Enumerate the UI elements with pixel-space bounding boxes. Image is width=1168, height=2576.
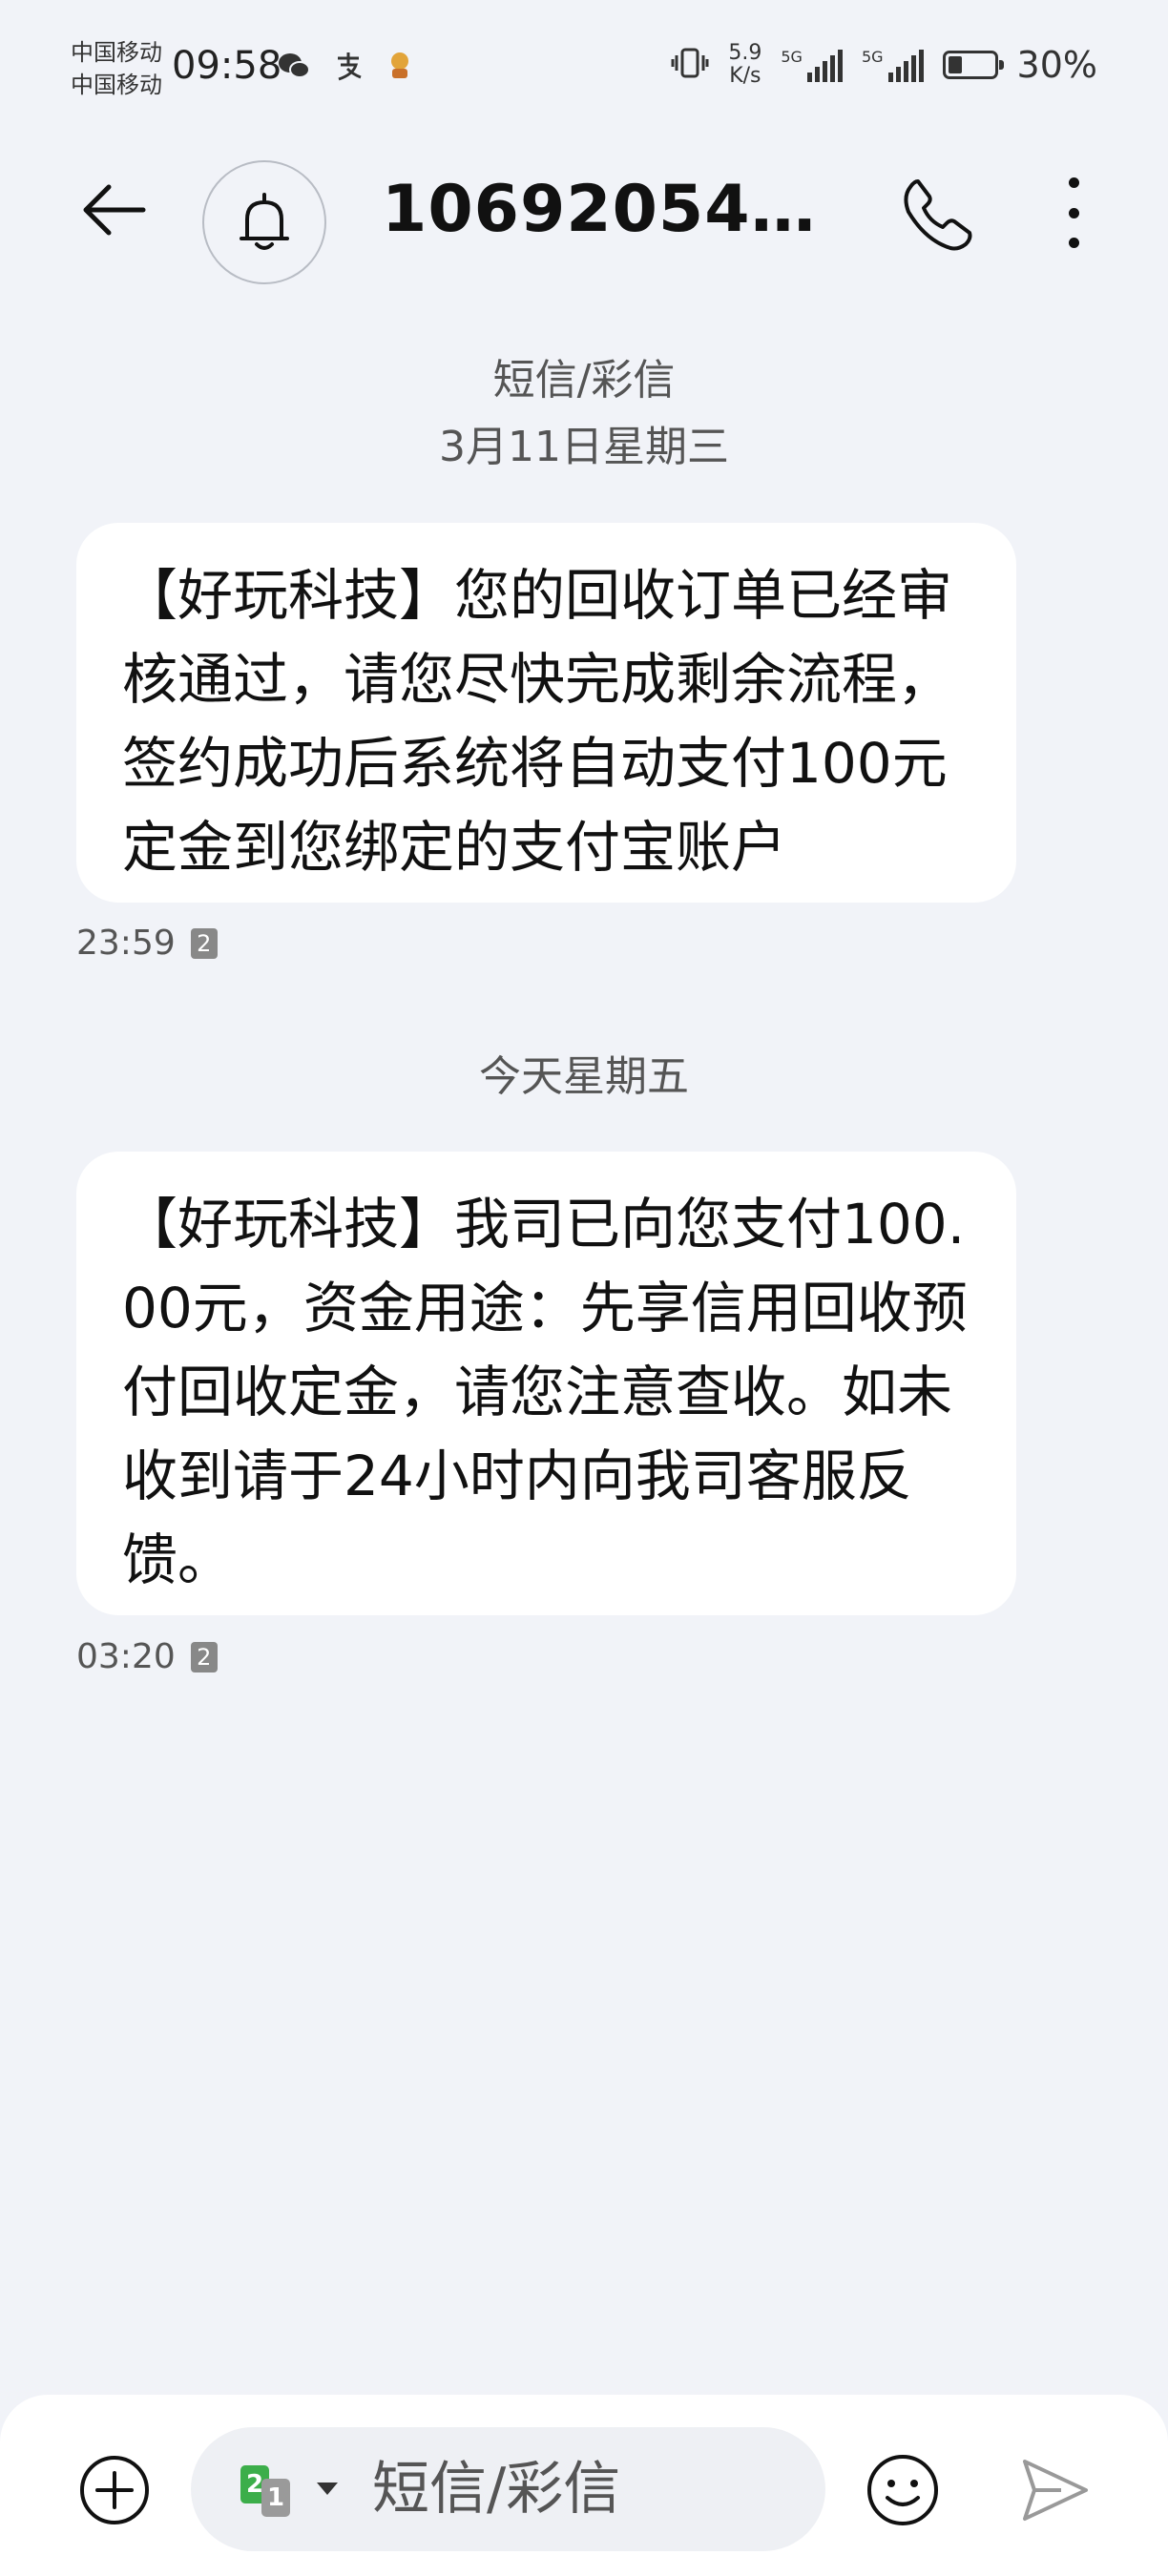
message-text: 【好玩科技】您的回收订单已经审核通过，请您尽快完成剩余流程，签约成功后系统将自动… xyxy=(122,563,953,880)
send-icon xyxy=(1023,2460,1088,2521)
back-button[interactable] xyxy=(76,172,153,248)
system-indicators: 5.9 K/s 5G 5G 30% xyxy=(671,42,1097,88)
signal-2-tag: 5G xyxy=(861,48,884,66)
back-arrow-icon xyxy=(83,184,146,236)
status-time: 09:58 xyxy=(172,44,282,88)
message-bubble[interactable]: 【好玩科技】我司已向您支付100.00元，资金用途：先享信用回收预付回收定金，请… xyxy=(76,1152,1016,1615)
wechat-icon xyxy=(277,51,311,88)
vibrate-icon xyxy=(671,46,709,84)
phone-icon xyxy=(904,179,972,251)
date-separator: 今天星期五 xyxy=(479,1052,689,1101)
signal-1-icon: 5G xyxy=(781,48,843,82)
status-bar: 中国移动 中国移动 09:58 5.9 K/s 5G 5G 30% xyxy=(0,0,1168,134)
battery-level xyxy=(948,56,962,73)
message-bubble[interactable]: 【好玩科技】您的回收订单已经审核通过，请您尽快完成剩余流程，签约成功后系统将自动… xyxy=(76,523,1016,903)
more-dot-icon xyxy=(1068,177,1079,188)
sim-card-icon: 2 xyxy=(190,1641,218,1672)
message-type-label: 短信/彩信 xyxy=(492,356,676,405)
message-meta: 03:20 2 xyxy=(76,1637,218,1676)
dropdown-caret-icon xyxy=(317,2483,338,2495)
carrier-1: 中国移动 xyxy=(71,39,162,66)
network-speed: 5.9 K/s xyxy=(728,42,761,88)
send-button[interactable] xyxy=(1019,2454,1092,2526)
message-time: 23:59 xyxy=(76,924,176,963)
signal-2-icon: 5G xyxy=(862,48,924,82)
carrier-2: 中国移动 xyxy=(71,72,162,98)
message-text: 【好玩科技】我司已向您支付100.00元，资金用途：先享信用回收预付回收定金，请… xyxy=(122,1192,968,1592)
message-input[interactable]: 2 1 短信/彩信 xyxy=(191,2427,825,2551)
call-button[interactable] xyxy=(897,172,979,254)
more-dot-icon xyxy=(1068,207,1079,218)
network-speed-unit: K/s xyxy=(729,64,761,88)
battery-percent: 30% xyxy=(1016,44,1097,86)
sim-card-icon: 2 xyxy=(190,927,218,959)
signal-1-tag: 5G xyxy=(781,48,803,66)
notification-icons xyxy=(277,50,414,89)
messages-screen: 中国移动 中国移动 09:58 5.9 K/s 5G 5G 30% 106920… xyxy=(0,0,1168,2576)
conversation-header: 1069205464… xyxy=(0,143,1168,284)
app-icon xyxy=(386,50,414,89)
date-separator: 3月11日星期三 xyxy=(439,423,729,471)
smiley-icon xyxy=(867,2455,938,2525)
sim-secondary-icon: 1 xyxy=(261,2479,290,2517)
message-meta: 23:59 2 xyxy=(76,924,218,963)
contact-title: 1069205464… xyxy=(382,172,840,247)
more-dot-icon xyxy=(1068,238,1079,248)
sim-selector[interactable]: 2 1 xyxy=(240,2465,338,2519)
battery-icon xyxy=(942,51,1004,79)
message-time: 03:20 xyxy=(76,1637,176,1676)
plus-circle-icon xyxy=(80,2456,149,2524)
more-options-button[interactable] xyxy=(1050,172,1097,254)
network-speed-value: 5.9 xyxy=(728,41,762,65)
carrier-info: 中国移动 中国移动 xyxy=(71,36,162,101)
alipay-icon xyxy=(332,50,365,89)
bell-icon xyxy=(240,193,289,250)
notification-toggle-button[interactable] xyxy=(202,160,326,284)
emoji-button[interactable] xyxy=(865,2452,941,2528)
message-input-placeholder: 短信/彩信 xyxy=(372,2456,621,2523)
message-composer: 2 1 短信/彩信 xyxy=(0,2395,1168,2576)
add-attachment-button[interactable] xyxy=(78,2454,151,2526)
